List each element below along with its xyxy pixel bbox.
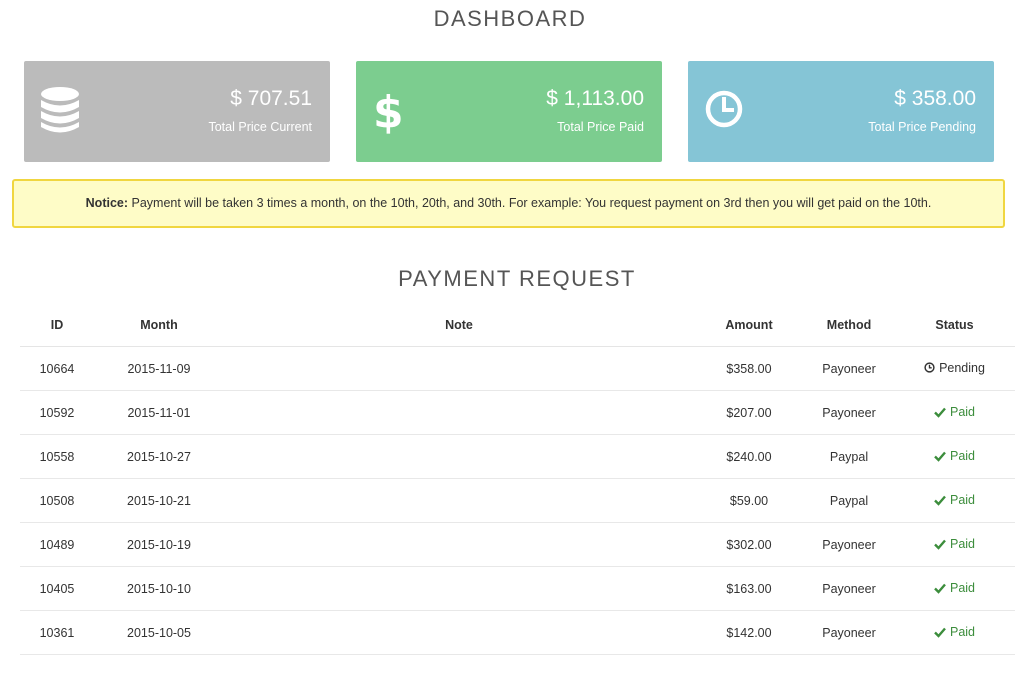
row-id: 10489 [20,522,94,567]
table-header-row: ID Month Note Amount Method Status [20,304,1015,347]
column-header-id: ID [20,304,94,347]
row-id: 10361 [20,610,94,655]
row-status: Paid [894,522,1015,567]
stat-label-current: Total Price Current [208,120,312,134]
row-month: 2015-11-01 [94,390,224,435]
table-row: 10361 2015-10-05 $142.00 Payoneer Paid [20,610,1015,655]
dollar-icon: $ [372,87,416,138]
row-month: 2015-10-05 [94,610,224,655]
stat-value-paid: $ 1,113.00 [546,87,644,110]
table-row: 10664 2015-11-09 $358.00 Payoneer Pending [20,346,1015,391]
row-status-label: Paid [949,580,976,595]
column-header-amount: Amount [694,304,804,347]
stat-label-pending: Total Price Pending [868,120,976,134]
row-status: Paid [894,390,1015,435]
row-note [224,390,694,435]
table-row: 10508 2015-10-21 $59.00 Paypal Paid [20,478,1015,523]
row-status-label: Paid [949,404,976,419]
column-header-note: Note [224,304,694,347]
row-month: 2015-10-10 [94,566,224,611]
stat-value-pending: $ 358.00 [894,87,976,110]
row-method: Payoneer [804,610,894,655]
column-header-month: Month [94,304,224,347]
row-status: Paid [894,566,1015,611]
check-icon [934,582,946,594]
row-note [224,522,694,567]
row-month: 2015-10-19 [94,522,224,567]
row-method: Paypal [804,434,894,479]
row-month: 2015-10-27 [94,434,224,479]
page-title: DASHBOARD [433,6,587,31]
row-month: 2015-11-09 [94,346,224,391]
row-note [224,610,694,655]
stats-row: $ 707.51 Total Price Current $ $ 1,113.0… [24,61,994,162]
check-icon [934,494,946,506]
table-row: 10592 2015-11-01 $207.00 Payoneer Paid [20,390,1015,435]
notice-label: Notice: [85,196,129,210]
row-amount: $142.00 [694,610,804,655]
row-status-label: Paid [949,536,976,551]
column-header-status: Status [894,304,1015,347]
row-status: Paid [894,610,1015,655]
table-row: 10558 2015-10-27 $240.00 Paypal Paid [20,434,1015,479]
row-amount: $163.00 [694,566,804,611]
row-note [224,566,694,611]
stat-label-paid: Total Price Paid [557,120,644,134]
row-method: Payoneer [804,346,894,391]
stat-card-current: $ 707.51 Total Price Current [24,61,330,162]
row-status-label: Pending [939,360,985,375]
row-method: Payoneer [804,390,894,435]
check-icon [934,450,946,462]
row-amount: $59.00 [694,478,804,523]
column-header-method: Method [804,304,894,347]
row-id: 10664 [20,346,94,391]
svg-text:$: $ [373,87,402,135]
row-amount: $207.00 [694,390,804,435]
row-method: Payoneer [804,522,894,567]
payment-request-title: PAYMENT REQUEST [398,266,636,291]
stat-card-paid: $ $ 1,113.00 Total Price Paid [356,61,662,162]
row-status-label: Paid [949,492,976,507]
row-note [224,346,694,391]
row-note [224,478,694,523]
row-id: 10558 [20,434,94,479]
table-row: 10405 2015-10-10 $163.00 Payoneer Paid [20,566,1015,611]
check-icon [934,406,946,418]
row-amount: $302.00 [694,522,804,567]
row-id: 10405 [20,566,94,611]
stat-card-pending: $ 358.00 Total Price Pending [688,61,994,162]
database-icon [40,87,84,137]
row-status-label: Paid [949,448,976,463]
check-icon [934,626,946,638]
row-status: Pending [894,346,1015,391]
row-method: Paypal [804,478,894,523]
payment-rows: 10664 2015-11-09 $358.00 Payoneer Pending 105… [20,346,1015,655]
row-id: 10592 [20,390,94,435]
stat-value-current: $ 707.51 [230,87,312,110]
clock-icon [704,87,748,137]
notice-banner: Notice: Payment will be taken 3 times a … [12,179,1005,228]
table-row: 10489 2015-10-19 $302.00 Payoneer Paid [20,522,1015,567]
notice-text: Payment will be taken 3 times a month, o… [128,196,932,210]
payment-request-table: ID Month Note Amount Method Status 10664… [20,304,1015,655]
check-icon [934,538,946,550]
row-amount: $240.00 [694,434,804,479]
row-note [224,434,694,479]
row-method: Payoneer [804,566,894,611]
clock-icon [924,362,935,373]
dashboard-page: DASHBOARD $ 707.51 Total Price Current $… [0,0,1024,678]
row-status: Paid [894,478,1015,523]
row-status-label: Paid [949,624,976,639]
row-month: 2015-10-21 [94,478,224,523]
row-status: Paid [894,434,1015,479]
row-amount: $358.00 [694,346,804,391]
row-id: 10508 [20,478,94,523]
